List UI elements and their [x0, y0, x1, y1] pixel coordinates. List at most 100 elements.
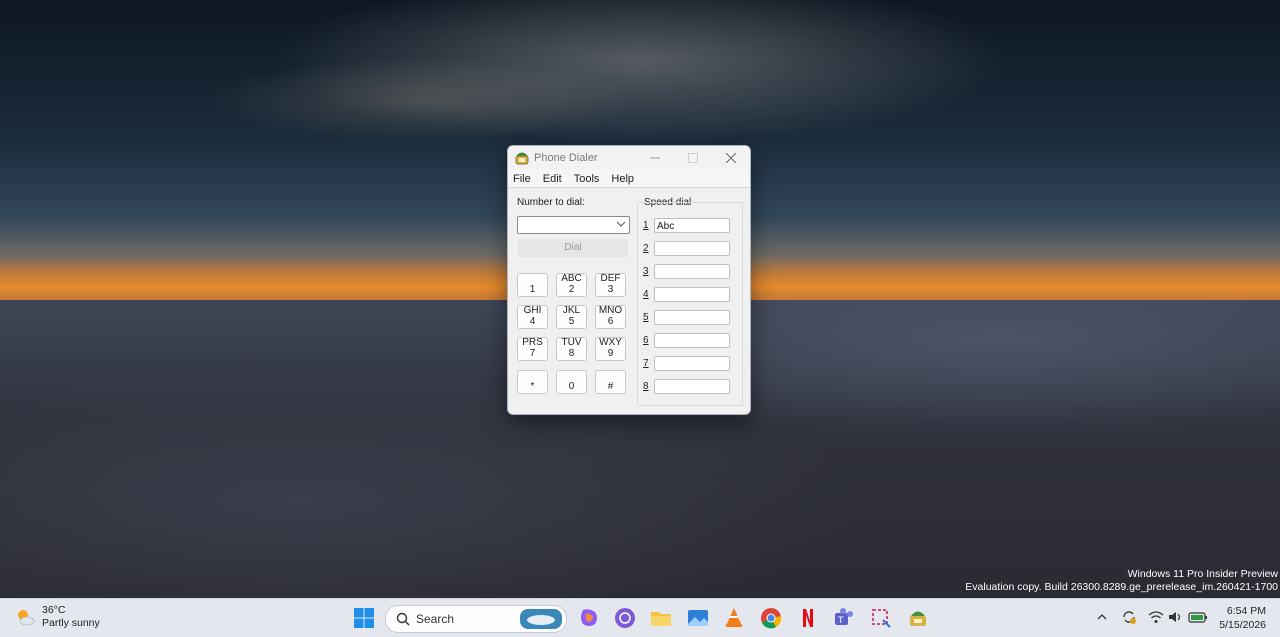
speed-dial-row-3: 3 [643, 263, 730, 279]
speed-dial-entry-7[interactable] [654, 355, 730, 371]
menu-edit[interactable]: Edit [537, 173, 568, 185]
taskbar: 36°C Partly sunny Search T 6:54 PM 5/15/… [0, 598, 1280, 637]
key-7[interactable]: PRS 7 [517, 337, 548, 361]
key-letters: MNO [598, 305, 623, 316]
speed-dial-row-8: 8 [643, 378, 730, 394]
speed-dial-number[interactable]: 8 [643, 381, 654, 392]
key-1[interactable]: 1 [517, 273, 548, 297]
search-highlight-icon [520, 609, 562, 629]
menu-bar: File Edit Tools Help [508, 170, 750, 188]
key-digit: 6 [607, 316, 614, 327]
speed-dial-number[interactable]: 3 [643, 266, 654, 277]
speed-dial-entry-5[interactable] [654, 309, 730, 325]
speed-dial-number[interactable]: 1 [643, 220, 654, 231]
key-letters: GHI [523, 305, 542, 316]
key-letters: DEF [600, 273, 621, 284]
menu-tools[interactable]: Tools [568, 173, 606, 185]
speed-dial-number[interactable]: 5 [643, 312, 654, 323]
evaluation-watermark: Windows 11 Pro Insider Preview Evaluatio… [965, 568, 1278, 594]
speed-dial-row-1: 1 Abc [643, 217, 730, 233]
clock-date: 5/15/2026 [1219, 619, 1266, 631]
speed-dial-entry-2[interactable] [654, 240, 730, 256]
key-letters: ABC [561, 273, 582, 284]
speed-dial-row-4: 4 [643, 286, 730, 302]
clock-time: 6:54 PM [1226, 605, 1266, 617]
key-0[interactable]: 0 [556, 370, 587, 394]
app-circle-icon[interactable] [613, 606, 637, 630]
speed-dial-number[interactable]: 2 [643, 243, 654, 254]
windows-start-icon[interactable] [352, 606, 376, 630]
speed-dial-entry-6[interactable] [654, 332, 730, 348]
phone-dialer-taskbar-icon[interactable] [906, 606, 930, 630]
photos-icon[interactable] [686, 606, 710, 630]
maximize-button[interactable] [674, 146, 712, 170]
chevron-down-icon [616, 221, 626, 227]
speed-dial-row-6: 6 [643, 332, 730, 348]
speed-dial-row-7: 7 [643, 355, 730, 371]
vlc-icon[interactable] [722, 606, 746, 630]
menu-file[interactable]: File [508, 173, 537, 185]
speed-dial-number[interactable]: 6 [643, 335, 654, 346]
close-icon [726, 153, 736, 163]
key-8[interactable]: TUV 8 [556, 337, 587, 361]
weather-temperature: 36°C [42, 604, 66, 616]
search-label: Search [416, 612, 455, 626]
chrome-icon[interactable] [759, 606, 783, 630]
speed-dial-row-2: 2 [643, 240, 730, 256]
weather-description: Partly sunny [42, 617, 100, 629]
key-digit: 8 [568, 348, 575, 359]
netflix-icon[interactable] [796, 606, 820, 630]
phone-dialer-window: Phone Dialer File Edit Tools Help Number… [507, 145, 751, 415]
teams-icon[interactable]: T [832, 606, 856, 630]
close-button[interactable] [712, 146, 750, 170]
key-letters: WXY [599, 337, 622, 348]
key-digit: 7 [529, 348, 536, 359]
window-title: Phone Dialer [534, 152, 598, 164]
speed-dial-entry-3[interactable] [654, 263, 730, 279]
speed-dial-entry-1[interactable]: Abc [654, 217, 730, 233]
taskbar-search-box[interactable]: Search [385, 605, 567, 633]
speed-dial-number[interactable]: 4 [643, 289, 654, 300]
minimize-button[interactable] [636, 146, 674, 170]
title-bar[interactable]: Phone Dialer [508, 146, 750, 170]
key-digit: 9 [607, 348, 614, 359]
copilot-icon[interactable] [577, 606, 601, 630]
key-hash[interactable]: # [595, 370, 626, 394]
key-letters: JKL [562, 305, 581, 316]
key-6[interactable]: MNO 6 [595, 305, 626, 329]
key-digit: 1 [529, 284, 536, 295]
key-digit: * [530, 381, 535, 392]
key-star[interactable]: * [517, 370, 548, 394]
weather-widget[interactable]: 36°C Partly sunny [14, 604, 100, 630]
dial-button[interactable]: Dial [518, 239, 628, 257]
phone-dialer-icon [515, 152, 529, 165]
svg-text:T: T [837, 616, 844, 626]
wifi-icon[interactable] [1148, 610, 1164, 624]
menu-help[interactable]: Help [605, 173, 640, 185]
maximize-icon [688, 153, 698, 163]
watermark-line-2: Evaluation copy. Build 26300.8289.ge_pre… [965, 581, 1278, 593]
key-3[interactable]: DEF 3 [595, 273, 626, 297]
sync-icon[interactable] [1120, 608, 1138, 626]
chevron-up-icon[interactable] [1096, 611, 1108, 623]
key-digit: 3 [607, 284, 614, 295]
volume-icon[interactable] [1168, 610, 1184, 624]
speed-dial-entry-8[interactable] [654, 378, 730, 394]
key-4[interactable]: GHI 4 [517, 305, 548, 329]
taskbar-clock[interactable]: 6:54 PM 5/15/2026 [1219, 604, 1266, 632]
key-2[interactable]: ABC 2 [556, 273, 587, 297]
key-9[interactable]: WXY 9 [595, 337, 626, 361]
battery-icon[interactable] [1188, 609, 1208, 625]
search-icon [396, 612, 410, 626]
key-digit: 0 [568, 381, 575, 392]
speed-dial-entry-4[interactable] [654, 286, 730, 302]
file-explorer-icon[interactable] [649, 606, 673, 630]
key-digit: # [607, 381, 614, 392]
minimize-icon [650, 157, 660, 159]
number-to-dial-combobox[interactable] [517, 216, 630, 234]
key-5[interactable]: JKL 5 [556, 305, 587, 329]
key-letters: TUV [561, 337, 582, 348]
snipping-tool-icon[interactable] [869, 606, 893, 630]
watermark-line-1: Windows 11 Pro Insider Preview [1127, 568, 1278, 580]
speed-dial-number[interactable]: 7 [643, 358, 654, 369]
